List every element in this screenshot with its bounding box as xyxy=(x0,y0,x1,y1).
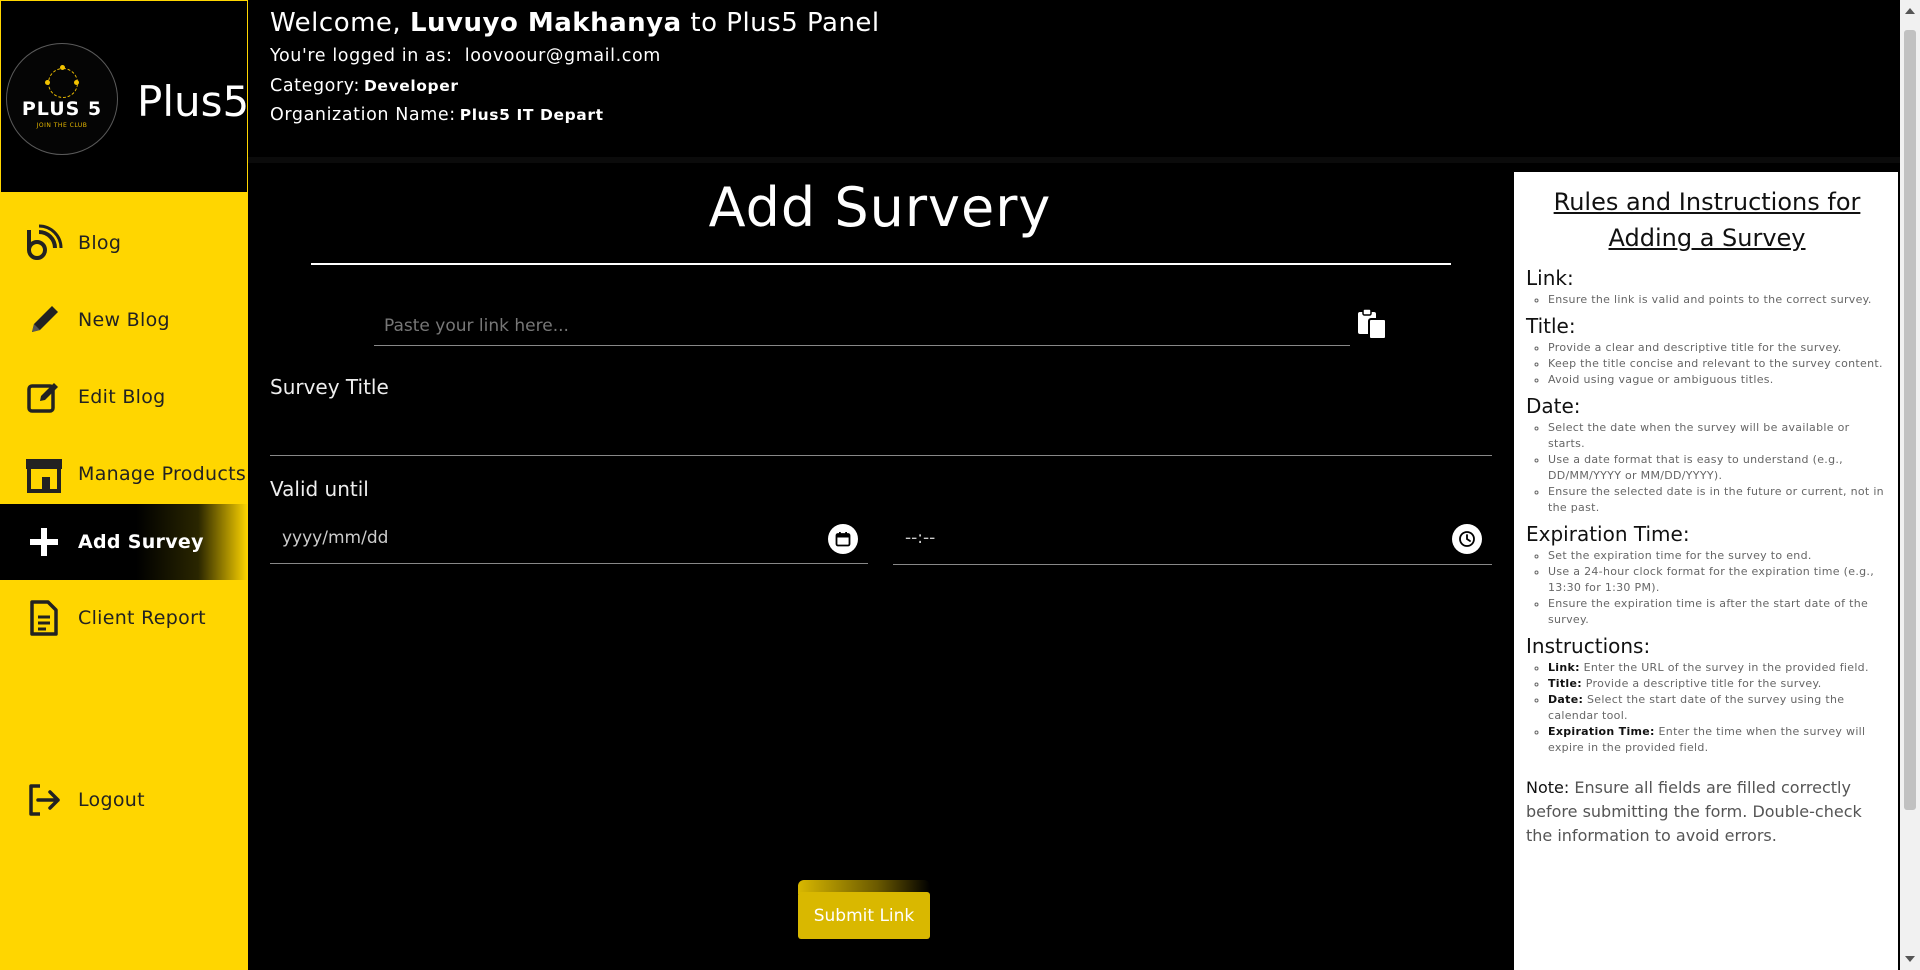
survey-title-input[interactable] xyxy=(270,414,1492,456)
edit-square-icon xyxy=(24,377,64,417)
welcome-line: Welcome, Luvuyo Makhanya to Plus5 Panel xyxy=(270,8,880,38)
store-icon xyxy=(24,454,64,494)
rule-item: Ensure the selected date is in the futur… xyxy=(1548,484,1888,516)
survey-link-input[interactable] xyxy=(374,306,1350,346)
welcome-suffix: to Plus5 Panel xyxy=(690,8,880,38)
note-text: Ensure all fields are filled correctly b… xyxy=(1526,778,1862,845)
title-divider xyxy=(311,263,1451,265)
rule-item: Ensure the expiration time is after the … xyxy=(1548,596,1888,628)
rules-heading-title: Title: xyxy=(1526,314,1576,338)
rule-item: Avoid using vague or ambiguous titles. xyxy=(1548,372,1888,388)
rules-list-title: Provide a clear and descriptive title fo… xyxy=(1526,340,1888,388)
sidebar-item-label: Edit Blog xyxy=(78,386,166,408)
user-email: loovoour@gmail.com xyxy=(464,46,661,66)
instruction-item: Expiration Time: Enter the time when the… xyxy=(1548,724,1888,756)
calendar-icon[interactable] xyxy=(828,524,858,554)
clipboard-icon xyxy=(1355,308,1389,345)
rules-panel: Rules and Instructions for Adding a Surv… xyxy=(1514,172,1898,970)
page-title: Add Survery xyxy=(708,176,1052,239)
blog-feed-icon xyxy=(24,223,64,263)
note-label: Note: xyxy=(1526,778,1570,797)
sidebar-nav: Blog New Blog Edit Blog Manage Products … xyxy=(0,193,248,970)
sidebar-item-label: Manage Products xyxy=(78,463,247,485)
logo-tagline: JOIN THE CLUB xyxy=(36,122,88,129)
pencil-icon xyxy=(24,300,64,340)
valid-until-time-input[interactable]: --:-- xyxy=(893,518,1492,565)
logo-dot-icon xyxy=(74,80,79,85)
welcome-prefix: Welcome, xyxy=(270,8,402,38)
rule-item: Select the date when the survey will be … xyxy=(1548,420,1888,452)
instruction-text: Enter the URL of the survey in the provi… xyxy=(1583,661,1869,674)
instruction-key: Date: xyxy=(1548,693,1584,706)
document-icon xyxy=(24,598,64,638)
survey-title-label: Survey Title xyxy=(270,375,389,399)
instruction-item: Title: Provide a descriptive title for t… xyxy=(1548,676,1888,692)
sidebar-item-new-blog[interactable]: New Blog xyxy=(0,283,248,357)
rule-item: Keep the title concise and relevant to t… xyxy=(1548,356,1888,372)
logout-icon xyxy=(24,780,64,820)
rule-item: Ensure the link is valid and points to t… xyxy=(1548,292,1888,308)
rules-list-link: Ensure the link is valid and points to t… xyxy=(1526,292,1888,308)
sidebar-item-label: Logout xyxy=(78,789,145,811)
organization-label: Organization Name: xyxy=(270,105,456,125)
category-value: Developer xyxy=(363,77,459,95)
organization-line: Organization Name: Plus5 IT Depart xyxy=(270,105,604,125)
logo-dot-icon xyxy=(45,80,50,85)
rule-item: Use a date format that is easy to unders… xyxy=(1548,452,1888,484)
instructions-list: Link: Enter the URL of the survey in the… xyxy=(1526,660,1888,756)
organization-value: Plus5 IT Depart xyxy=(459,106,604,124)
sidebar-item-label: New Blog xyxy=(78,309,170,331)
sidebar-item-add-survey[interactable]: Add Survey xyxy=(0,504,248,580)
clock-icon[interactable] xyxy=(1452,524,1482,554)
sidebar-item-client-report[interactable]: Client Report xyxy=(0,581,248,655)
instruction-key: Link: xyxy=(1548,661,1580,674)
rules-note: Note: Ensure all fields are filled corre… xyxy=(1526,776,1888,848)
instruction-text: Select the start date of the survey usin… xyxy=(1548,693,1845,722)
date-placeholder: yyyy/mm/dd xyxy=(282,528,389,548)
submit-link-button[interactable]: Submit Link xyxy=(798,892,930,939)
scrollbar-thumb[interactable] xyxy=(1904,30,1916,810)
user-name: Luvuyo Makhanya xyxy=(409,8,682,38)
time-placeholder: --:-- xyxy=(905,528,936,548)
logged-in-line: You're logged in as: loovoour@gmail.com xyxy=(270,46,661,66)
brand-name: Plus5 xyxy=(137,77,250,126)
rule-item: Use a 24-hour clock format for the expir… xyxy=(1548,564,1888,596)
logo-text: PLUS 5 xyxy=(21,98,103,120)
sidebar-item-blog[interactable]: Blog xyxy=(0,206,248,280)
rules-heading-link: Link: xyxy=(1526,266,1574,290)
instructions-heading: Instructions: xyxy=(1526,634,1651,658)
rules-list-expiration: Set the expiration time for the survey t… xyxy=(1526,548,1888,628)
instruction-item: Link: Enter the URL of the survey in the… xyxy=(1548,660,1888,676)
instruction-item: Date: Select the start date of the surve… xyxy=(1548,692,1888,724)
scroll-up-arrow-icon[interactable] xyxy=(1905,8,1915,14)
valid-until-label: Valid until xyxy=(270,477,369,501)
logo-dot-icon xyxy=(60,65,65,70)
rules-title: Rules and Instructions for Adding a Surv… xyxy=(1553,188,1861,252)
rules-heading-expiration: Expiration Time: xyxy=(1526,522,1690,546)
logged-in-label: You're logged in as: xyxy=(270,46,453,66)
sidebar-item-logout[interactable]: Logout xyxy=(0,763,248,837)
rule-item: Set the expiration time for the survey t… xyxy=(1548,548,1888,564)
rules-heading-date: Date: xyxy=(1526,394,1581,418)
sidebar-item-label: Add Survey xyxy=(78,531,204,553)
category-label: Category: xyxy=(270,76,360,96)
category-line: Category: Developer xyxy=(270,76,459,96)
page-header: Welcome, Luvuyo Makhanya to Plus5 Panel … xyxy=(248,0,1900,163)
plus-icon xyxy=(24,522,64,562)
rules-list-date: Select the date when the survey will be … xyxy=(1526,420,1888,516)
scroll-down-arrow-icon[interactable] xyxy=(1905,956,1915,962)
sidebar-item-label: Blog xyxy=(78,232,122,254)
rule-item: Provide a clear and descriptive title fo… xyxy=(1548,340,1888,356)
instruction-key: Title: xyxy=(1548,677,1582,690)
page-scrollbar[interactable] xyxy=(1900,0,1920,970)
sidebar-item-manage-products[interactable]: Manage Products xyxy=(0,437,248,511)
valid-until-date-input[interactable]: yyyy/mm/dd xyxy=(270,518,868,564)
brand-block: PLUS 5 JOIN THE CLUB Plus5 xyxy=(0,0,250,193)
instruction-text: Provide a descriptive title for the surv… xyxy=(1585,677,1822,690)
sidebar-item-label: Client Report xyxy=(78,607,206,629)
plus5-logo[interactable]: PLUS 5 JOIN THE CLUB xyxy=(6,43,118,155)
instruction-key: Expiration Time: xyxy=(1548,725,1655,738)
sidebar-item-edit-blog[interactable]: Edit Blog xyxy=(0,360,248,434)
paste-clipboard-button[interactable] xyxy=(1355,307,1389,341)
